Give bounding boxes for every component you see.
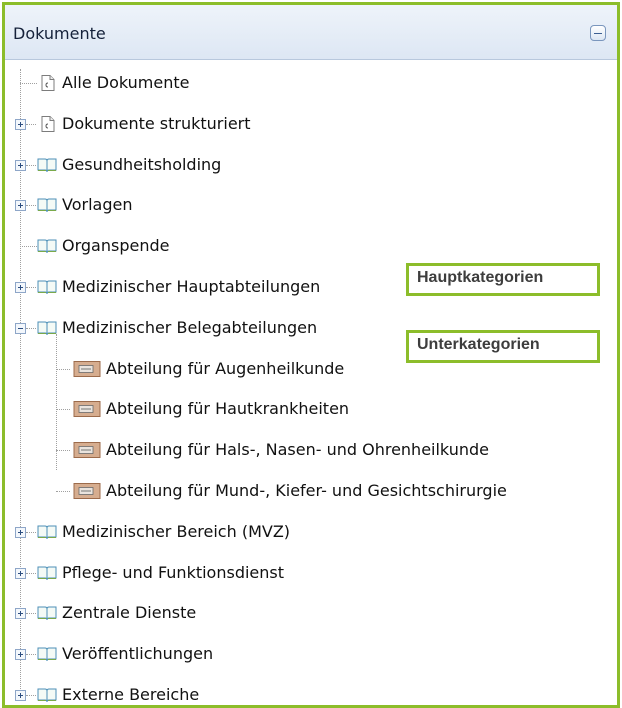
tree-item[interactable]: Vorlagen <box>5 185 617 223</box>
book-icon <box>37 156 57 174</box>
tree-item-sub[interactable]: Abteilung für Mund-, Kiefer- und Gesicht… <box>5 471 617 509</box>
tree-connector <box>26 695 36 696</box>
expand-icon[interactable] <box>15 118 26 130</box>
category-icon <box>73 360 101 378</box>
panel-header: Dokumente <box>5 5 617 60</box>
callout-sub-categories: Unterkategorien <box>406 330 600 363</box>
book-icon <box>37 319 57 337</box>
collapse-node-icon[interactable] <box>15 322 26 334</box>
book-icon <box>37 237 57 255</box>
tree-item-label: Vorlagen <box>62 195 133 215</box>
book-icon <box>37 278 57 296</box>
tree-connector <box>56 409 70 411</box>
expand-icon[interactable] <box>15 526 26 538</box>
expand-icon[interactable] <box>15 567 26 579</box>
tree-item[interactable]: Organspende <box>5 226 617 264</box>
tree-item-label: Alle Dokumente <box>62 73 190 92</box>
tree-item-label: Medizinischer Hauptabteilungen <box>62 277 321 296</box>
tree-item[interactable]: Dokumente strukturiert <box>5 104 617 142</box>
tree-item-label: Pflege- und Funktionsdienst <box>62 562 285 582</box>
tree-item-label: Abteilung für Augenheilkunde <box>106 358 345 378</box>
tree-item[interactable]: Veröffentlichungen <box>5 634 617 672</box>
tree-item[interactable]: Pflege- und Funktionsdienst <box>5 553 617 591</box>
tree-item[interactable]: Alle Dokumente <box>5 63 617 101</box>
book-icon <box>37 645 57 663</box>
tree-item-label: Organspende <box>62 236 170 256</box>
callout-main-categories: Hauptkategorien <box>406 263 600 296</box>
tree-guide-line <box>56 333 57 471</box>
tree-item-sub[interactable]: Abteilung für Hals-, Nasen- und Ohrenhei… <box>5 430 617 468</box>
collapse-button[interactable] <box>590 25 606 41</box>
tree-connector <box>26 123 36 125</box>
document-icon <box>39 115 57 133</box>
tree-connector <box>20 246 37 248</box>
expand-icon[interactable] <box>15 282 26 293</box>
tree-connector <box>26 287 36 288</box>
tree-item-label: Dokumente strukturiert <box>62 113 251 133</box>
document-icon <box>39 74 57 92</box>
tree-item[interactable]: Gesundheitsholding <box>5 145 617 183</box>
expand-icon[interactable] <box>15 200 26 212</box>
tree-item-label: Veröffentlichungen <box>62 644 214 664</box>
tree-item-label: Abteilung für Hals-, Nasen- und Ohrenhei… <box>106 440 489 460</box>
book-icon <box>37 564 57 582</box>
category-icon <box>73 400 101 418</box>
tree-connector <box>26 164 36 166</box>
tree-item-label: Medizinischer Bereich (MVZ) <box>62 521 291 541</box>
tree-item-label: Abteilung für Hautkrankheiten <box>106 399 350 419</box>
tree-item[interactable]: Zentrale Dienste <box>5 593 617 631</box>
tree-item[interactable]: Externe Bereiche <box>5 675 617 705</box>
panel-title: Dokumente <box>13 24 106 43</box>
book-icon <box>37 686 57 704</box>
tree-item-label: Zentrale Dienste <box>62 603 197 623</box>
expand-icon[interactable] <box>15 690 26 701</box>
book-icon <box>37 196 57 214</box>
book-icon <box>37 604 57 622</box>
tree-item[interactable]: Medizinischer Bereich (MVZ) <box>5 512 617 550</box>
tree-connector <box>26 531 36 533</box>
tree-connector <box>26 327 36 329</box>
expand-icon[interactable] <box>15 608 26 620</box>
tree-connector <box>26 572 36 574</box>
book-icon <box>37 523 57 541</box>
tree-item-label: Abteilung für Mund-, Kiefer- und Gesicht… <box>106 481 507 500</box>
expand-icon[interactable] <box>15 649 26 661</box>
expand-icon[interactable] <box>15 159 26 171</box>
tree-connector <box>56 491 70 492</box>
tree-item-sub[interactable]: Abteilung für Hautkrankheiten <box>5 389 617 427</box>
tree-connector <box>56 450 70 452</box>
tree-connector <box>26 654 36 656</box>
minus-icon <box>594 33 602 34</box>
tree-connector <box>20 83 37 84</box>
tree-item-label: Externe Bereiche <box>62 685 200 704</box>
tree-connector <box>26 205 36 207</box>
category-icon <box>73 441 101 459</box>
tree-connector <box>56 368 70 370</box>
tree-connector <box>26 613 36 615</box>
tree-item-label: Medizinischer Belegabteilungen <box>62 317 318 337</box>
category-icon <box>73 482 101 500</box>
tree-item-label: Gesundheitsholding <box>62 154 222 174</box>
